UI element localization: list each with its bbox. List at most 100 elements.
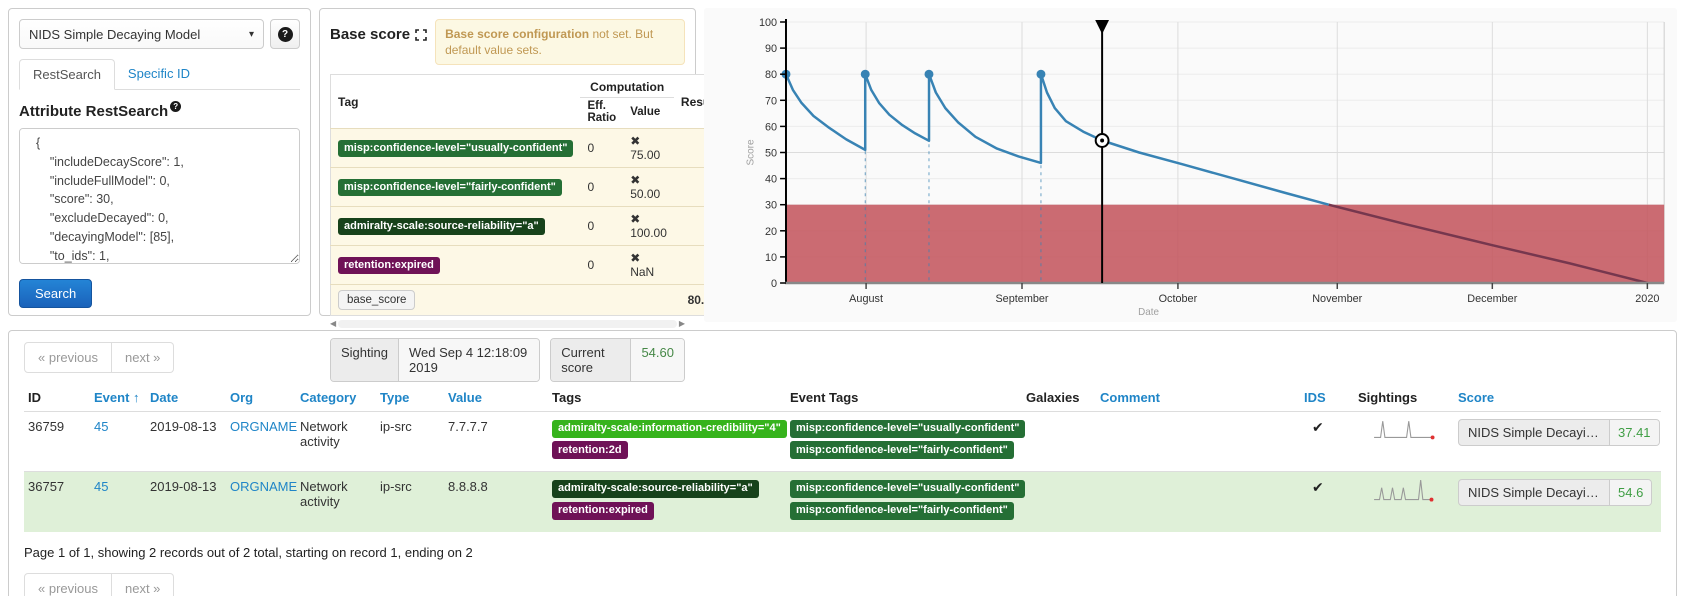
- tag-badge[interactable]: admiralty-scale:source-reliability="a": [338, 218, 545, 235]
- multiply-icon: ✖: [630, 251, 640, 265]
- svg-text:September: September: [995, 293, 1048, 305]
- score-model-label: NIDS Simple Decaying …: [1459, 480, 1609, 505]
- col-computation: Computation: [580, 75, 673, 98]
- tag-badge[interactable]: misp:confidence-level="fairly-confident": [338, 179, 562, 196]
- col-org[interactable]: Org: [226, 384, 296, 412]
- event-tag-badge[interactable]: misp:confidence-level="usually-confident…: [790, 420, 1025, 438]
- org-link[interactable]: ORGNAME: [230, 479, 297, 494]
- tag-badge[interactable]: retention:expired: [552, 502, 654, 520]
- cell-type: ip-src: [376, 472, 444, 532]
- event-link[interactable]: 45: [94, 419, 108, 434]
- results-panel: « previous next » ID Event ↑ Date Org Ca…: [8, 330, 1677, 596]
- tag-badge[interactable]: misp:confidence-level="usually-confident…: [338, 140, 573, 157]
- tag-badge[interactable]: admiralty-scale:source-reliability="a": [552, 480, 759, 498]
- cell-comment: [1096, 472, 1300, 532]
- ids-check-icon: ✔: [1304, 479, 1324, 495]
- event-link[interactable]: 45: [94, 479, 108, 494]
- svg-text:November: November: [1312, 293, 1362, 305]
- attribute-row: 36759 45 2019-08-13 ORGNAME Network acti…: [24, 412, 1661, 472]
- tag-badge[interactable]: admiralty-scale:information-credibility=…: [552, 420, 787, 438]
- expand-icon[interactable]: [415, 29, 427, 41]
- event-tag-badge[interactable]: misp:confidence-level="fairly-confident": [790, 502, 1014, 520]
- col-category[interactable]: Category: [296, 384, 376, 412]
- base-score-table: Tag Computation Result Eff. Ratio Value …: [330, 74, 726, 316]
- attributes-table: ID Event ↑ Date Org Category Type Value …: [24, 384, 1661, 532]
- tag-badge[interactable]: retention:expired: [338, 257, 440, 274]
- previous-page-button[interactable]: « previous: [24, 573, 112, 596]
- col-date[interactable]: Date: [146, 384, 226, 412]
- sort-asc-icon: ↑: [133, 390, 140, 405]
- score-model-label: NIDS Simple Decaying …: [1459, 420, 1609, 445]
- scroll-right-icon[interactable]: ▶: [679, 320, 685, 328]
- col-id: ID: [24, 384, 90, 412]
- question-icon: ?: [278, 27, 293, 42]
- svg-text:Date: Date: [1138, 307, 1159, 318]
- restsearch-body-input[interactable]: { "includeDecayScore": 1, "includeFullMo…: [19, 128, 300, 264]
- event-tag-badge[interactable]: misp:confidence-level="fairly-confident": [790, 441, 1014, 459]
- col-eff-ratio: Eff. Ratio: [580, 98, 623, 129]
- base-score-title: Base score: [330, 19, 427, 65]
- event-tag-badge[interactable]: misp:confidence-level="usually-confident…: [790, 480, 1025, 498]
- restsearch-heading: Attribute RestSearch ?: [19, 103, 300, 120]
- restsearch-panel: NIDS Simple Decaying Model ▾ ? RestSearc…: [8, 8, 311, 316]
- base-score-badge[interactable]: base_score: [338, 290, 415, 310]
- next-page-button[interactable]: next »: [112, 342, 174, 373]
- question-icon: ?: [170, 101, 181, 112]
- svg-text:40: 40: [765, 174, 777, 186]
- score-button[interactable]: NIDS Simple Decaying … 37.41: [1458, 419, 1660, 446]
- next-page-button[interactable]: next »: [112, 573, 174, 596]
- model-help-button[interactable]: ?: [270, 19, 300, 49]
- scroll-left-icon[interactable]: ◀: [330, 320, 336, 328]
- svg-text:August: August: [849, 293, 883, 305]
- search-button[interactable]: Search: [19, 279, 92, 308]
- model-select[interactable]: NIDS Simple Decaying Model ▾: [19, 19, 264, 49]
- current-score-group: Current score 54.60: [550, 338, 685, 382]
- svg-text:100: 100: [759, 17, 777, 29]
- col-value: Value: [623, 98, 674, 129]
- base-score-panel: Base score Base score configuration not …: [319, 8, 696, 316]
- model-select-value: NIDS Simple Decaying Model: [29, 27, 200, 42]
- tab-restsearch[interactable]: RestSearch: [19, 59, 115, 90]
- svg-text:0: 0: [771, 278, 777, 290]
- col-event[interactable]: Event ↑: [90, 384, 146, 412]
- tag-numeric-value: 75.00: [630, 148, 660, 162]
- svg-text:Score: Score: [745, 139, 756, 166]
- col-value[interactable]: Value: [444, 384, 548, 412]
- svg-text:October: October: [1159, 293, 1198, 305]
- col-score[interactable]: Score: [1454, 384, 1661, 412]
- col-comment[interactable]: Comment: [1096, 384, 1300, 412]
- tab-specific-id[interactable]: Specific ID: [115, 59, 203, 89]
- col-tags: Tags: [548, 384, 786, 412]
- sighting-group: Sighting Wed Sep 4 12:18:09 2019: [330, 338, 540, 382]
- col-tag: Tag: [331, 75, 581, 129]
- cell-id: 36759: [24, 412, 90, 472]
- col-ids[interactable]: IDS: [1300, 384, 1354, 412]
- sighting-label: Sighting: [331, 339, 399, 381]
- col-type[interactable]: Type: [376, 384, 444, 412]
- sightings-sparkline: [1358, 419, 1453, 445]
- col-galaxies: Galaxies: [1022, 384, 1096, 412]
- decay-score-chart: 0102030405060708090100AugustSeptemberOct…: [704, 8, 1677, 320]
- multiply-icon: ✖: [630, 212, 640, 226]
- cell-date: 2019-08-13: [146, 472, 226, 532]
- cell-date: 2019-08-13: [146, 412, 226, 472]
- horizontal-scrollbar[interactable]: ◀ ▶: [330, 319, 685, 329]
- score-button[interactable]: NIDS Simple Decaying … 54.6: [1458, 479, 1652, 506]
- base-score-row: retention:expired 0 ✖ NaN 0: [331, 246, 726, 285]
- base-score-total-row: base_score 80.00: [331, 285, 726, 316]
- score-value: 54.6: [1609, 480, 1651, 505]
- base-score-row: misp:confidence-level="usually-confident…: [331, 129, 726, 168]
- org-link[interactable]: ORGNAME: [230, 419, 297, 434]
- base-score-row: admiralty-scale:source-reliability="a" 0…: [331, 207, 726, 246]
- svg-text:10: 10: [765, 252, 777, 264]
- svg-text:December: December: [1467, 293, 1517, 305]
- cell-comment: [1096, 412, 1300, 472]
- sightings-sparkline: [1358, 479, 1453, 505]
- svg-text:70: 70: [765, 95, 777, 107]
- previous-page-button[interactable]: « previous: [24, 342, 112, 373]
- pagination-bottom: « previous next »: [24, 573, 174, 596]
- cell-category: Network activity: [296, 412, 376, 472]
- cell-galaxies: [1022, 412, 1096, 472]
- tag-badge[interactable]: retention:2d: [552, 441, 628, 459]
- cell-galaxies: [1022, 472, 1096, 532]
